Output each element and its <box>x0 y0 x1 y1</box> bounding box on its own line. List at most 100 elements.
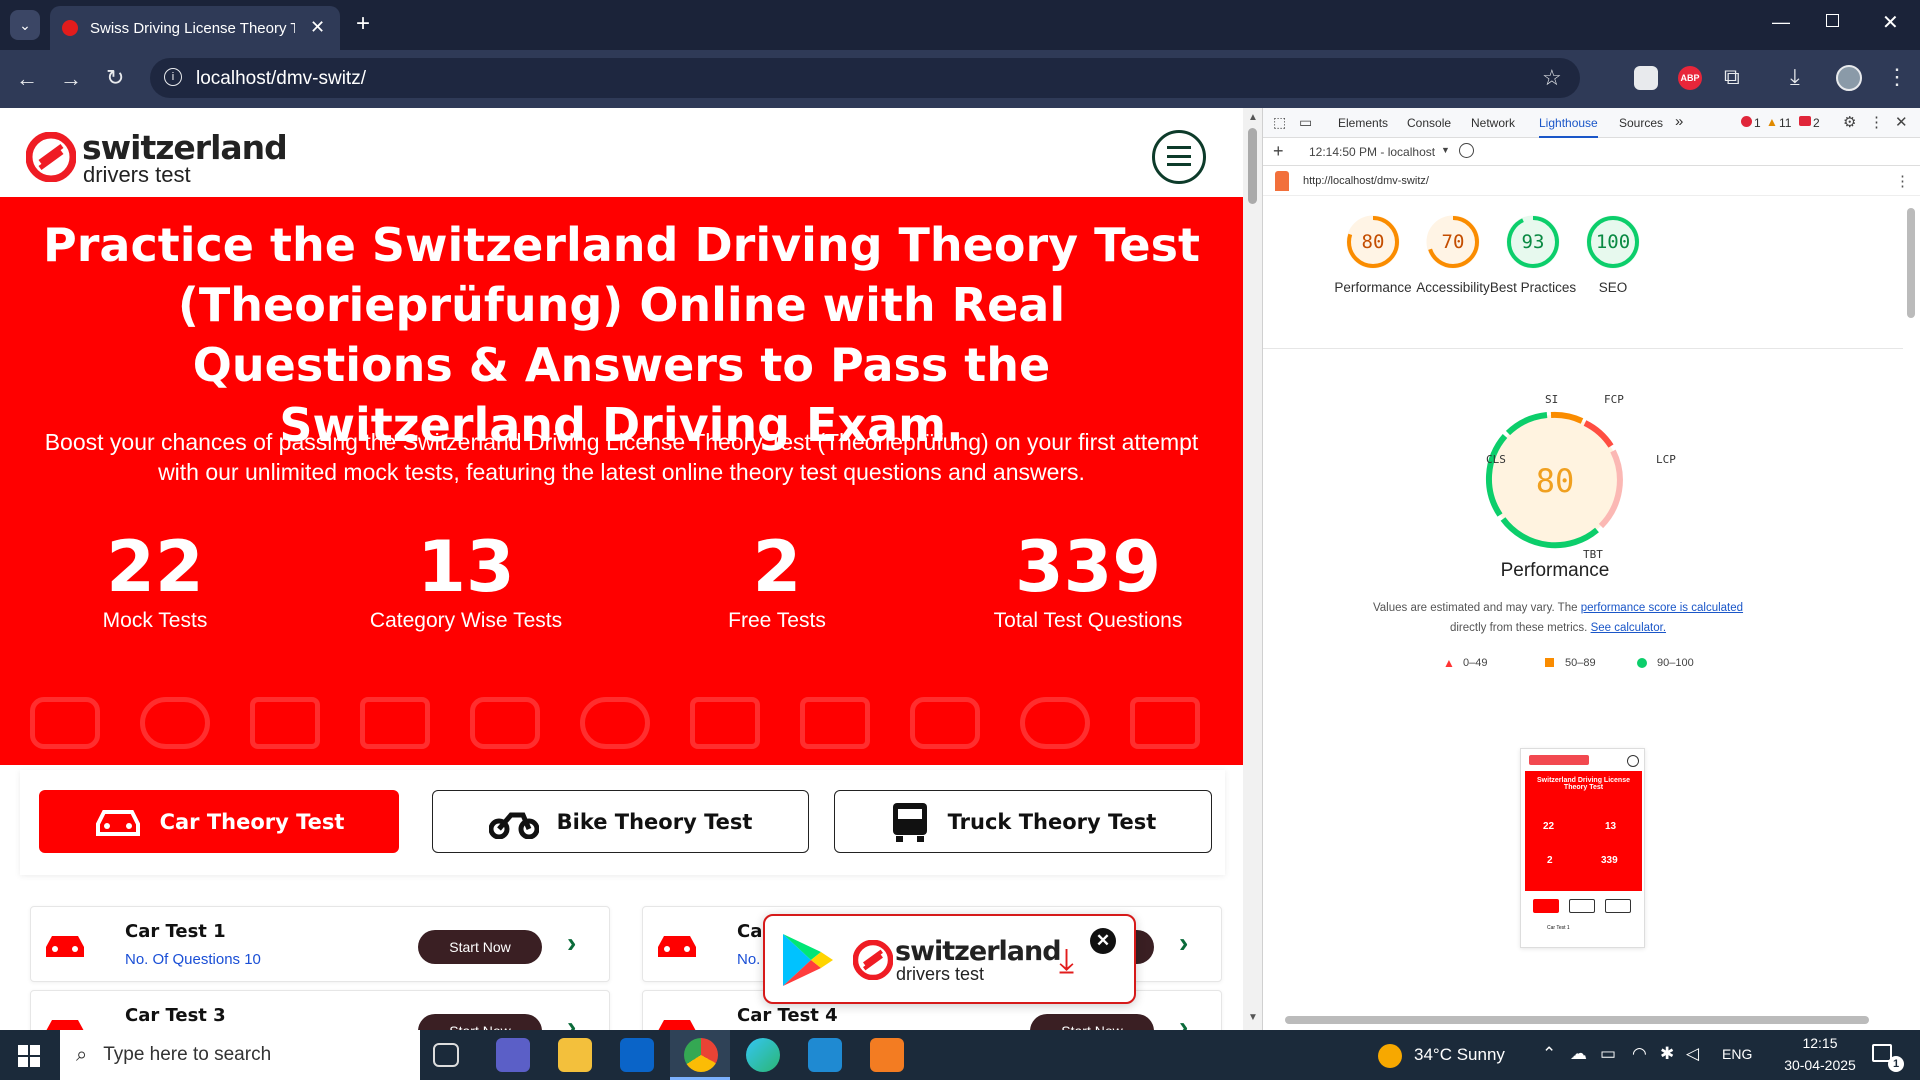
note-text-2: directly from these metrics. <box>1449 622 1591 634</box>
settings-gear-icon[interactable]: ⚙ <box>1843 113 1856 131</box>
minimize-icon[interactable]: — <box>1772 12 1790 33</box>
logo-swirl-icon <box>26 132 76 182</box>
inspect-element-icon[interactable]: ⬚ <box>1273 114 1286 131</box>
metric-si-label: SI <box>1545 393 1559 406</box>
clear-reports-icon[interactable] <box>1459 143 1474 158</box>
start-now-button[interactable]: Start Now <box>418 930 542 964</box>
issues-icon[interactable] <box>1799 116 1811 126</box>
close-popup-icon[interactable]: ✕ <box>1090 928 1116 954</box>
tab-elements[interactable]: Elements <box>1338 116 1388 130</box>
restore-icon[interactable] <box>1826 14 1839 27</box>
scrollbar-thumb[interactable] <box>1248 128 1257 204</box>
chevron-right-icon[interactable]: › <box>1179 1011 1188 1030</box>
tray-chevron-icon[interactable]: ⌃ <box>1542 1044 1556 1064</box>
new-tab-button[interactable]: + <box>356 10 370 38</box>
device-toolbar-icon[interactable]: ▭ <box>1299 114 1312 131</box>
vscode-icon[interactable] <box>808 1038 842 1072</box>
tab-network[interactable]: Network <box>1471 116 1515 130</box>
adblock-icon[interactable]: ABP <box>1678 66 1702 90</box>
chrome-icon[interactable] <box>684 1038 718 1072</box>
devtools-hscroll-thumb[interactable] <box>1285 1016 1869 1024</box>
profile-avatar[interactable] <box>1836 65 1862 91</box>
tab-search-button[interactable]: ⌄ <box>10 10 40 40</box>
chevron-right-icon[interactable]: › <box>567 1011 576 1030</box>
menu-kebab-icon[interactable]: ⋮ <box>1886 66 1908 88</box>
site-info-icon[interactable]: i <box>164 68 182 86</box>
forward-icon[interactable]: → <box>60 68 82 90</box>
app-download-popup[interactable]: switzerland drivers test ⤓ ✕ <box>763 914 1136 1004</box>
report-url[interactable]: http://localhost/dmv-switz/ <box>1303 175 1429 187</box>
car-icon <box>658 1020 696 1030</box>
puzzle-extensions-icon[interactable]: ⧉ <box>1724 66 1740 88</box>
clock-date[interactable]: 30-04-2025 <box>1768 1057 1872 1073</box>
chevron-right-icon[interactable]: › <box>1179 927 1188 959</box>
tab-lighthouse[interactable]: Lighthouse <box>1539 116 1598 138</box>
start-now-button[interactable]: Start Now <box>418 1014 542 1030</box>
final-screenshot-thumbnail[interactable]: Switzerland Driving License Theory Test … <box>1520 748 1645 948</box>
dropdown-arrow-icon[interactable]: ▼ <box>1441 145 1450 155</box>
tab-bike-theory-test[interactable]: Bike Theory Test <box>432 790 809 853</box>
task-view-icon[interactable] <box>433 1043 459 1067</box>
outlook-icon[interactable] <box>620 1038 654 1072</box>
wifi-icon[interactable]: ◠ <box>1632 1044 1647 1064</box>
taskbar-search[interactable]: ⌕ Type here to search <box>60 1030 420 1080</box>
close-tab-icon[interactable]: ✕ <box>310 17 325 38</box>
error-icon[interactable] <box>1741 116 1752 127</box>
warning-icon[interactable]: ▲ <box>1766 115 1778 129</box>
language-indicator[interactable]: ENG <box>1722 1046 1752 1062</box>
download-icon[interactable]: ⤓ <box>1790 66 1800 88</box>
site-logo[interactable]: switzerland drivers test <box>26 128 306 187</box>
test-card[interactable]: Car Test 1 No. Of Questions 10 Start Now… <box>30 906 610 982</box>
search-icon: ⌕ <box>76 1043 88 1066</box>
chevron-right-icon[interactable]: › <box>567 927 576 959</box>
score-note: Values are estimated and may vary. The p… <box>1343 598 1773 638</box>
teams-icon[interactable] <box>496 1038 530 1072</box>
thumb-tab-1 <box>1533 899 1559 913</box>
weather-sun-icon[interactable] <box>1378 1044 1402 1068</box>
extension-icon[interactable] <box>1634 66 1658 90</box>
volume-icon[interactable]: ◁ <box>1686 1044 1699 1064</box>
devtools-menu-icon[interactable]: ⋮ <box>1869 113 1884 131</box>
thumb-stat-3: 2 <box>1547 855 1553 866</box>
edge-icon[interactable] <box>746 1038 780 1072</box>
tab-console[interactable]: Console <box>1407 116 1451 130</box>
devtools-vscroll-thumb[interactable] <box>1907 208 1915 318</box>
new-report-icon[interactable]: + <box>1273 141 1284 162</box>
score-gauge-seo[interactable]: 100 SEO <box>1563 212 1663 342</box>
test-title: Car Test 4 <box>737 1005 838 1026</box>
hamburger-menu-button[interactable] <box>1152 130 1206 184</box>
reload-icon[interactable]: ↻ <box>106 67 124 89</box>
close-window-icon[interactable]: ✕ <box>1882 10 1899 35</box>
start-now-button[interactable]: Start Now <box>1030 1014 1154 1030</box>
address-bar[interactable]: i localhost/dmv-switz/ ☆ <box>150 58 1580 98</box>
report-menu-icon[interactable]: ⋮ <box>1895 172 1910 190</box>
legend-average-icon <box>1545 658 1554 667</box>
tab-car-theory-test[interactable]: Car Theory Test <box>39 790 399 853</box>
warning-count: 11 <box>1779 116 1792 130</box>
clock-time[interactable]: 12:15 <box>1790 1035 1850 1051</box>
scroll-down-icon[interactable]: ▼ <box>1248 1012 1258 1023</box>
file-explorer-icon[interactable] <box>558 1038 592 1072</box>
back-icon[interactable]: ← <box>16 68 38 90</box>
battery-icon[interactable]: ▭ <box>1600 1044 1616 1064</box>
hero-subtitle: Boost your chances of passing the Switze… <box>44 429 1199 485</box>
more-tabs-icon[interactable]: » <box>1675 113 1683 130</box>
tab-truck-theory-test[interactable]: Truck Theory Test <box>834 790 1212 853</box>
close-devtools-icon[interactable]: ✕ <box>1895 113 1908 131</box>
onedrive-icon[interactable]: ☁ <box>1570 1044 1587 1064</box>
scroll-up-icon[interactable]: ▲ <box>1248 112 1258 123</box>
web-page: switzerland drivers test Practice the Sw… <box>0 108 1243 1030</box>
bookmark-star-icon[interactable]: ☆ <box>1542 65 1562 91</box>
windows-start-icon[interactable] <box>18 1045 40 1067</box>
page-scrollbar-track[interactable]: ▲ ▼ <box>1243 108 1262 1030</box>
xampp-icon[interactable] <box>870 1038 904 1072</box>
see-calculator-link[interactable]: See calculator. <box>1591 622 1666 634</box>
bluetooth-icon[interactable]: ✱ <box>1660 1044 1674 1064</box>
tab-sources[interactable]: Sources <box>1619 116 1663 130</box>
score-calc-link[interactable]: performance score is calculated <box>1581 602 1743 614</box>
weather-text[interactable]: 34°C Sunny <box>1414 1045 1505 1065</box>
test-card[interactable]: Car Test 3 Start Now › <box>30 990 610 1030</box>
report-selector[interactable]: 12:14:50 PM - localhost <box>1309 145 1435 159</box>
download-app-icon[interactable]: ⤓ <box>1059 944 1091 980</box>
browser-tab[interactable]: Swiss Driving License Theory Te ✕ <box>50 6 340 50</box>
